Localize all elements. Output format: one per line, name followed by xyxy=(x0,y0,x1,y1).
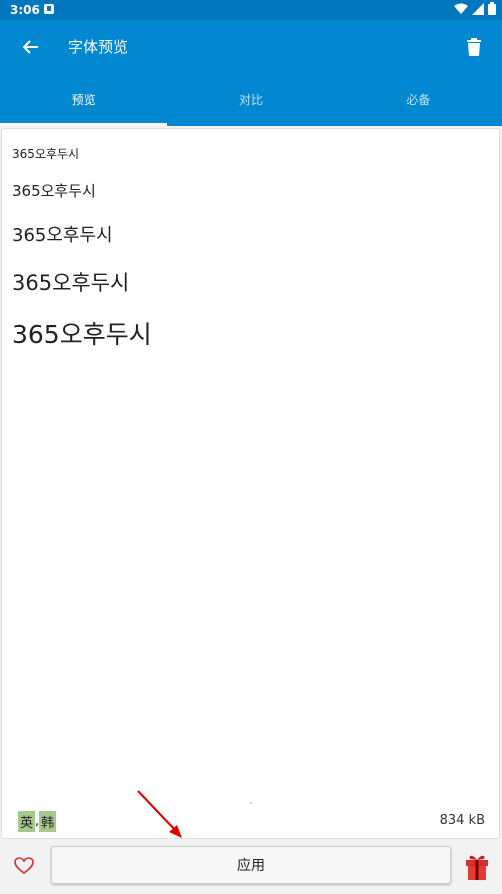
page-title: 字体预览 xyxy=(68,38,129,56)
heart-icon xyxy=(14,857,34,874)
delete-button[interactable] xyxy=(462,34,486,60)
trash-icon xyxy=(467,38,481,56)
language-tag-korean: 韩 xyxy=(39,811,57,832)
battery-icon xyxy=(488,2,496,15)
tab-essentials[interactable]: 必备 xyxy=(335,74,502,126)
notification-icon xyxy=(44,4,54,14)
tab-compare[interactable]: 对比 xyxy=(167,74,334,126)
status-bar: 3:06 xyxy=(0,0,502,20)
red-arrow-annotation xyxy=(137,790,182,838)
apply-button[interactable]: 应用 xyxy=(51,846,451,884)
gift-icon xyxy=(466,855,488,880)
language-tags: 英 , 韩 xyxy=(18,811,57,832)
status-icons xyxy=(454,2,496,15)
tab-preview[interactable]: 预览 xyxy=(0,74,168,126)
font-sample-1: 365오후두시 xyxy=(12,147,80,161)
app-bar: 字体预览 xyxy=(0,20,502,74)
page-indicator-dot xyxy=(250,802,252,804)
font-sample-5: 365오후두시 xyxy=(12,320,152,349)
font-sample-4: 365오후두시 xyxy=(12,271,130,295)
status-time: 3:06 xyxy=(10,3,40,17)
favorite-button[interactable] xyxy=(14,857,36,879)
signal-icon xyxy=(472,2,484,15)
bottom-bar: 应用 xyxy=(0,840,502,894)
tab-bar: 预览 对比 必备 xyxy=(0,74,502,126)
back-button[interactable] xyxy=(18,34,44,60)
gift-button[interactable] xyxy=(464,853,490,881)
back-arrow-icon xyxy=(23,40,38,54)
file-size: 834 kB xyxy=(439,813,485,828)
font-sample-2: 365오후두시 xyxy=(12,182,96,200)
font-preview-card: 365오후두시 365오후두시 365오후두시 365오후두시 365오후두시 … xyxy=(1,128,500,839)
font-sample-3: 365오후두시 xyxy=(12,225,113,246)
language-tag-english: 英 xyxy=(18,811,36,832)
wifi-icon xyxy=(454,3,468,14)
